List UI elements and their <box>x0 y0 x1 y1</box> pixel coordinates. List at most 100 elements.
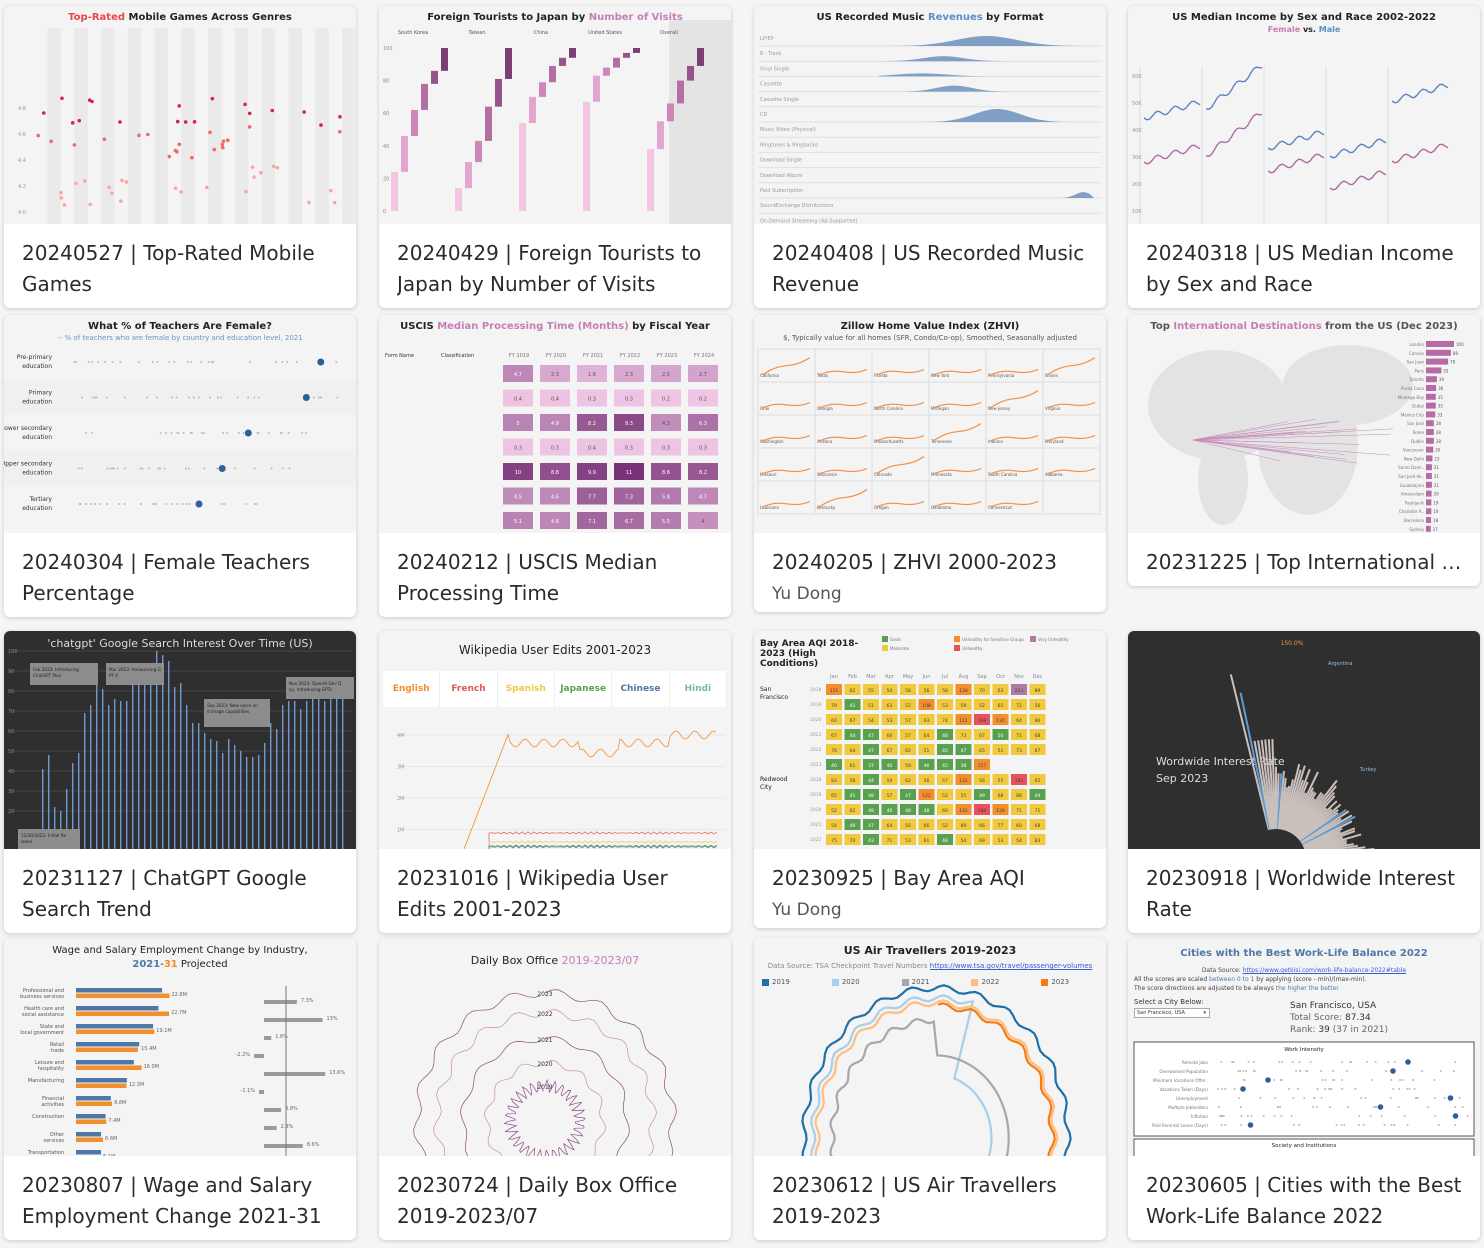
dot <box>1222 1115 1225 1117</box>
city-bar <box>1426 481 1432 488</box>
dot <box>1415 1097 1418 1099</box>
section-title: Work Intensity <box>1284 1047 1324 1053</box>
card-bay-area-aqi[interactable]: Bay Area AQI 2018-2023 (High Conditions)… <box>754 631 1106 928</box>
cell-value: 8.6 <box>662 470 670 476</box>
card-title[interactable]: 20230612 | US Air Travellers 2019-2023 <box>772 1170 1088 1232</box>
aqi-value: 52 <box>905 703 911 709</box>
card-title[interactable]: 20240429 | Foreign Tourists to Japan by … <box>397 238 713 300</box>
dot <box>271 164 276 169</box>
dot <box>1217 1088 1220 1090</box>
month-label: Nov <box>1014 674 1024 680</box>
year-label: 2022 <box>810 747 822 753</box>
year-ring <box>484 1060 606 1156</box>
dot <box>137 361 140 363</box>
dot <box>247 125 252 129</box>
dot <box>1454 1061 1457 1063</box>
card-author[interactable]: Yu Dong <box>772 900 1088 920</box>
bar-2031 <box>76 1137 104 1142</box>
state-label: Illinois <box>1045 373 1058 378</box>
ring-label: 2020 <box>537 1061 552 1068</box>
dot <box>95 396 98 399</box>
thumbnail: Foreign Tourists to Japan by Number of V… <box>379 6 731 224</box>
bar <box>270 723 272 849</box>
dot <box>175 396 178 399</box>
card-top-rated-mobile-games[interactable]: Top-Rated Mobile Games Across Genres 4.8… <box>4 6 356 308</box>
card-female-teachers[interactable]: What % of Teachers Are Female? -- % of t… <box>4 315 356 617</box>
cell-value: 0.4 <box>514 397 522 403</box>
city-bar <box>1426 437 1434 444</box>
card-title[interactable]: 20240527 | Top-Rated Mobile Games <box>22 238 338 300</box>
dot <box>338 115 342 119</box>
year-label: 2022 <box>810 837 822 843</box>
month-label: Feb <box>848 674 857 680</box>
card-top-destinations[interactable]: Top International Destinations from the … <box>1128 315 1480 586</box>
state-label: Oklahoma <box>931 505 952 510</box>
card-uscis-processing[interactable]: USCIS Median Processing Time (Months) by… <box>379 315 731 617</box>
card-foreign-tourists-japan[interactable]: Foreign Tourists to Japan by Number of V… <box>379 6 731 308</box>
row-label: Cassette Single <box>760 97 799 103</box>
waterfall-bar <box>677 80 684 104</box>
thumbnail: Top International Destinations from the … <box>1128 315 1480 533</box>
card-wage-salary[interactable]: Wage and Salary Employment Change by Ind… <box>4 938 356 1240</box>
dot <box>1461 1106 1464 1108</box>
dot <box>1237 1070 1240 1072</box>
value-label: 8.8M <box>114 1100 126 1106</box>
dot <box>1273 1115 1276 1117</box>
waterfall-bar <box>667 103 674 122</box>
card-title[interactable]: 20231016 | Wikipedia User Edits 2001-202… <box>397 863 713 925</box>
state-label: Colorado <box>874 472 892 477</box>
dot <box>187 396 190 399</box>
dot <box>188 503 191 505</box>
card-us-recorded-music[interactable]: US Recorded Music Revenues by Format LP/… <box>754 6 1106 308</box>
card-title[interactable]: 20240212 | USCIS Median Processing Time <box>397 547 713 609</box>
card-title[interactable]: 20231225 | Top International Destination… <box>1146 547 1462 578</box>
card-title[interactable]: 20231127 | ChatGPT Google Search Trend <box>22 863 338 925</box>
card-title[interactable]: 20230918 | Worldwide Interest Rate <box>1146 863 1462 925</box>
aqi-value: 54 <box>831 823 837 829</box>
card-chatgpt-search[interactable]: 'chatgpt' Google Search Interest Over Ti… <box>4 631 356 933</box>
aqi-value: 51 <box>868 703 874 709</box>
waterfall-bar <box>623 52 630 58</box>
dot <box>267 432 270 434</box>
card-zhvi[interactable]: Zillow Home Value Index (ZHVI) $, Typica… <box>754 315 1106 612</box>
aqi-value: 70 <box>979 688 985 694</box>
cell-value: 5 <box>516 421 519 427</box>
dot <box>1321 1079 1324 1081</box>
dot <box>220 503 223 505</box>
panel <box>1042 480 1101 515</box>
value-label: 12.3M <box>129 1082 144 1088</box>
card-daily-box-office[interactable]: Daily Box Office 2019-2023/07 2023 2022 20… <box>379 938 731 1240</box>
card-title[interactable]: 20240205 | ZHVI 2000-2023 <box>772 547 1088 578</box>
aqi-value: 55 <box>868 688 874 694</box>
card-wikipedia-edits[interactable]: Wikipedia User Edits 2001-2023 English Fr… <box>379 631 731 933</box>
card-author[interactable]: Yu Dong <box>772 584 1088 604</box>
card-us-air-travellers[interactable]: US Air Travellers 2019-2023 Data Source:… <box>754 938 1106 1240</box>
card-title[interactable]: 20230807 | Wage and Salary Employment Ch… <box>22 1170 338 1232</box>
card-title[interactable]: 20230605 | Cities with the Best Work-Lif… <box>1146 1170 1462 1232</box>
city-value: 55 <box>1443 368 1449 373</box>
card-title[interactable]: 20230724 | Daily Box Office 2019-2023/07 <box>397 1170 713 1232</box>
row-label: education <box>22 399 52 406</box>
dot <box>159 467 162 470</box>
dot <box>1403 1115 1406 1117</box>
y-tick: 0 <box>383 209 386 215</box>
bar-2021 <box>76 1096 111 1101</box>
bar-2021 <box>76 1060 134 1065</box>
card-title[interactable]: 20240304 | Female Teachers Percentage <box>22 547 338 609</box>
aqi-value: 38 <box>961 763 967 769</box>
col-header: FY 2019 <box>509 353 529 359</box>
city-value: 39 <box>1439 377 1445 382</box>
card-title[interactable]: 20240408 | US Recorded Music Revenue <box>772 238 1088 300</box>
aqi-value: 67 <box>887 748 893 754</box>
card-worldwide-interest[interactable]: Wordwide Interest Rate Sep 2023 150.0% Arg… <box>1128 631 1480 933</box>
dot <box>302 110 306 114</box>
card-us-median-income[interactable]: US Median Income by Sex and Race 2002-20… <box>1128 6 1480 308</box>
bar <box>336 687 338 849</box>
aqi-value: 68 <box>1035 823 1041 829</box>
dot <box>146 132 150 137</box>
card-work-life-balance[interactable]: Cities with the Best Work-Life Balance 2… <box>1128 938 1480 1240</box>
card-title[interactable]: 20240318 | US Median Income by Sex and R… <box>1146 238 1462 300</box>
bar-2021 <box>76 1042 140 1047</box>
aqi-value: 41 <box>850 703 856 709</box>
card-title[interactable]: 20230925 | Bay Area AQI <box>772 863 1088 894</box>
